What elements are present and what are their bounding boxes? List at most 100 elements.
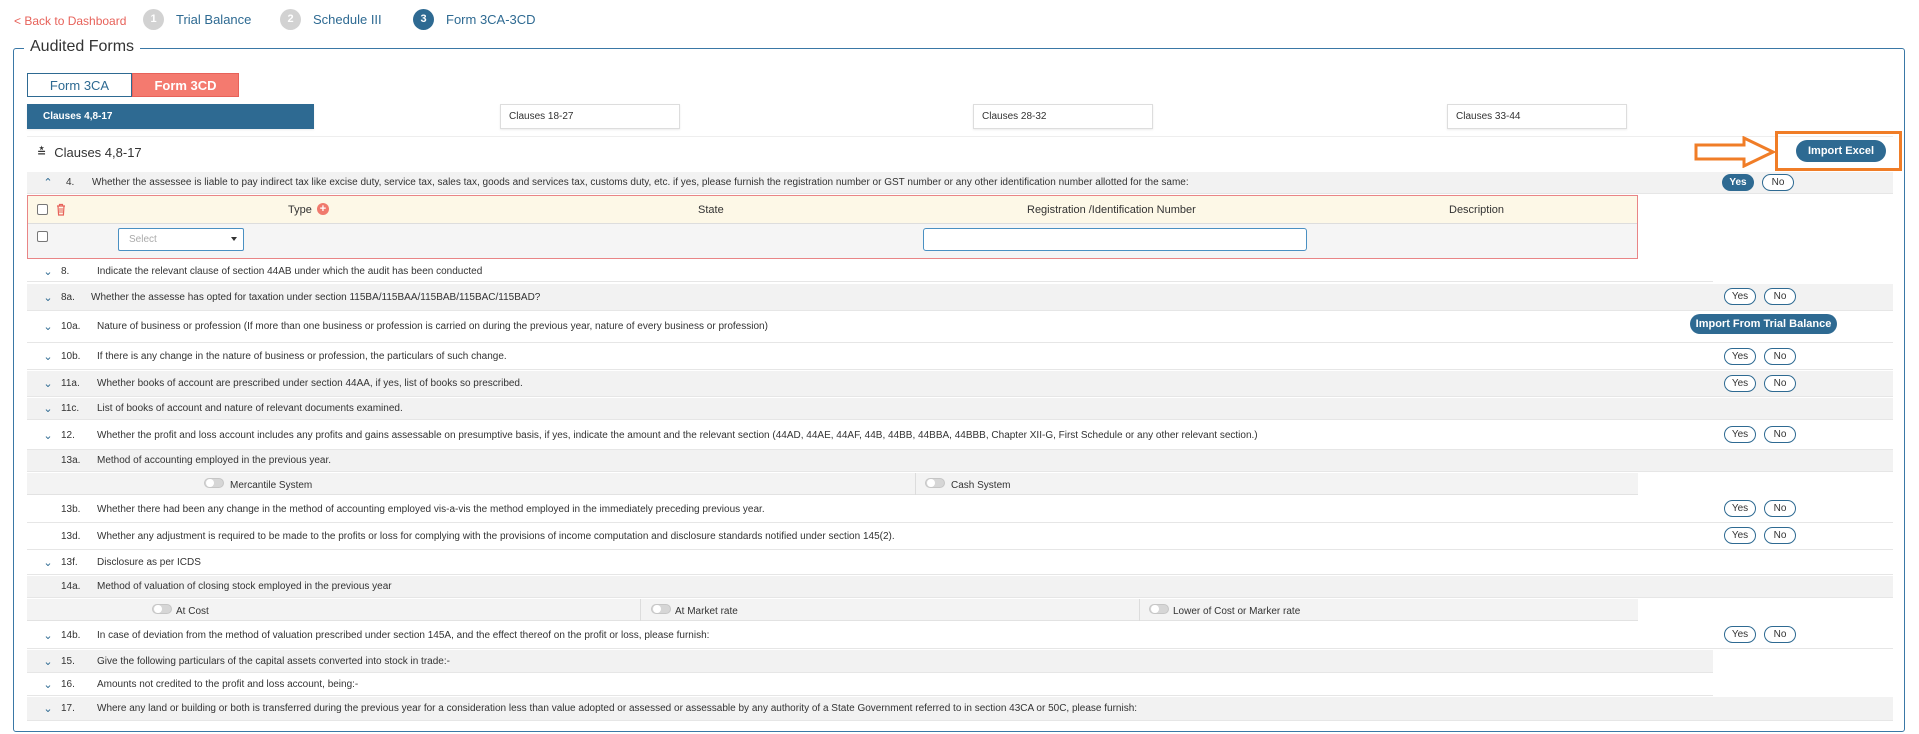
clause-number: 8.	[61, 265, 70, 277]
no-button[interactable]: No	[1764, 527, 1796, 544]
tab-clauses-28-32[interactable]: Clauses 28-32	[973, 104, 1153, 129]
clause-11a-yes-no: Yes No	[1724, 375, 1796, 392]
clause-text: Indicate the relevant clause of section …	[97, 265, 483, 277]
at-market-rate-toggle[interactable]	[651, 604, 671, 614]
clause-14b-yes-no: Yes No	[1724, 626, 1796, 643]
divider	[1139, 599, 1140, 621]
chevron-down-icon[interactable]: ⌄	[40, 556, 56, 569]
chevron-down-icon[interactable]: ⌄	[40, 320, 56, 333]
clause-number: 10b.	[61, 351, 81, 362]
chevron-down-icon[interactable]: ⌄	[40, 702, 56, 715]
clause-row-13d: 13d. Whether any adjustment is required …	[27, 523, 1893, 550]
step-label: Form 3CA-3CD	[446, 11, 536, 27]
step-trial-balance[interactable]: 1 Trial Balance	[143, 8, 251, 30]
tab-clauses-4-8-17[interactable]: Clauses 4,8-17	[27, 104, 314, 129]
tab-clauses-33-44[interactable]: Clauses 33-44	[1447, 104, 1627, 129]
clause-text: Amounts not credited to the profit and l…	[97, 679, 359, 690]
yes-button[interactable]: Yes	[1722, 174, 1754, 191]
clause-number: 16.	[61, 679, 75, 690]
clause-number: 14b.	[61, 629, 81, 641]
clause-number: 13b.	[61, 503, 81, 515]
no-button[interactable]: No	[1764, 375, 1796, 392]
cash-system-label: Cash System	[951, 480, 1011, 491]
select-all-checkbox[interactable]	[37, 204, 48, 215]
column-type: Type	[288, 204, 312, 216]
clause-row-11a: ⌄ 11a. Whether books of account are pres…	[27, 371, 1893, 397]
chevron-down-icon[interactable]: ⌄	[40, 350, 56, 363]
yes-button[interactable]: Yes	[1724, 348, 1756, 365]
clause-text: Disclosure as per ICDS	[97, 557, 201, 568]
cash-system-toggle[interactable]	[925, 478, 945, 488]
clause-row-10a: ⌄ 10a. Nature of business or profession …	[27, 311, 1893, 343]
at-cost-toggle[interactable]	[152, 604, 172, 614]
yes-button[interactable]: Yes	[1724, 375, 1756, 392]
chevron-down-icon[interactable]: ⌄	[40, 429, 56, 442]
trash-icon[interactable]	[55, 203, 67, 216]
clause-row-10b: ⌄ 10b. If there is any change in the nat…	[27, 344, 1893, 370]
table-row: Select	[28, 224, 1637, 258]
select-placeholder: Select	[129, 234, 157, 245]
no-button[interactable]: No	[1764, 500, 1796, 517]
tab-clauses-18-27[interactable]: Clauses 18-27	[500, 104, 680, 129]
type-select[interactable]: Select	[118, 228, 244, 251]
yes-button[interactable]: Yes	[1724, 426, 1756, 443]
clause-number: 10a.	[61, 321, 81, 332]
clause-row-15: ⌄ 15. Give the following particulars of …	[27, 650, 1713, 673]
clause-number: 11c.	[61, 403, 80, 414]
yes-button[interactable]: Yes	[1724, 527, 1756, 544]
no-button[interactable]: No	[1762, 174, 1794, 191]
stepper-bar: < Back to Dashboard 1 Trial Balance 2 Sc…	[0, 0, 1919, 38]
clause-text: List of books of account and nature of r…	[97, 403, 403, 414]
no-button[interactable]: No	[1764, 426, 1796, 443]
clause-text: If there is any change in the nature of …	[97, 351, 507, 362]
chevron-down-icon[interactable]: ⌄	[40, 402, 56, 415]
clause-text: In case of deviation from the method of …	[97, 629, 710, 641]
yes-button[interactable]: Yes	[1724, 626, 1756, 643]
step-schedule-iii[interactable]: 2 Schedule III	[280, 8, 382, 30]
clause-13d-yes-no: Yes No	[1724, 527, 1796, 544]
clause-number: 13d.	[61, 530, 81, 542]
import-excel-button[interactable]: Import Excel	[1796, 140, 1886, 162]
chevron-down-icon[interactable]: ⌄	[40, 678, 56, 691]
no-button[interactable]: No	[1764, 348, 1796, 365]
chevron-down-icon[interactable]: ⌄	[40, 629, 56, 642]
chevron-down-icon[interactable]: ⌄	[40, 265, 56, 278]
row-checkbox[interactable]	[37, 231, 48, 242]
mercantile-system-toggle[interactable]	[204, 478, 224, 488]
yes-button[interactable]: Yes	[1724, 288, 1756, 305]
clause-row-8: ⌄ 8. Indicate the relevant clause of sec…	[27, 261, 1713, 282]
lower-of-cost-label: Lower of Cost or Marker rate	[1173, 606, 1301, 617]
section-header[interactable]: ≛ Clauses 4,8-17	[27, 136, 1893, 168]
audited-forms-legend: Audited Forms	[24, 38, 141, 56]
chevron-down-icon[interactable]: ⌄	[40, 655, 56, 668]
no-button[interactable]: No	[1764, 626, 1796, 643]
arrow-right-icon	[1694, 136, 1776, 168]
registration-number-input[interactable]	[923, 228, 1307, 251]
clause-text: Whether the assesse has opted for taxati…	[91, 291, 541, 303]
clause-number: 4.	[66, 177, 75, 188]
caret-down-icon	[231, 237, 237, 241]
chevron-down-icon[interactable]: ⌄	[40, 377, 56, 390]
clause-row-14a: 14a. Method of valuation of closing stoc…	[27, 576, 1893, 598]
at-market-rate-label: At Market rate	[675, 606, 738, 617]
table-header: Type + State Registration /Identificatio…	[28, 196, 1637, 224]
chevron-up-icon[interactable]: ⌃	[40, 176, 56, 189]
clause-4-table: Type + State Registration /Identificatio…	[27, 195, 1638, 259]
chevron-down-icon[interactable]: ⌄	[40, 291, 56, 304]
divider	[640, 599, 641, 621]
add-row-icon[interactable]: +	[317, 203, 329, 215]
clause-text: Whether books of account are prescribed …	[97, 378, 523, 389]
no-button[interactable]: No	[1764, 288, 1796, 305]
tab-form-3cd[interactable]: Form 3CD	[132, 73, 239, 97]
clause-12-yes-no: Yes No	[1724, 426, 1796, 443]
step-number: 3	[413, 8, 434, 30]
clause-10b-yes-no: Yes No	[1724, 348, 1796, 365]
lower-of-cost-toggle[interactable]	[1149, 604, 1169, 614]
clause-row-4: ⌃ 4. Whether the assessee is liable to p…	[27, 172, 1893, 194]
step-form-3ca-3cd[interactable]: 3 Form 3CA-3CD	[413, 8, 536, 30]
tab-form-3ca[interactable]: Form 3CA	[27, 73, 132, 97]
step-number: 1	[143, 8, 164, 30]
back-to-dashboard-link[interactable]: < Back to Dashboard	[14, 14, 126, 28]
yes-button[interactable]: Yes	[1724, 500, 1756, 517]
import-from-trial-balance-button[interactable]: Import From Trial Balance	[1690, 314, 1837, 334]
